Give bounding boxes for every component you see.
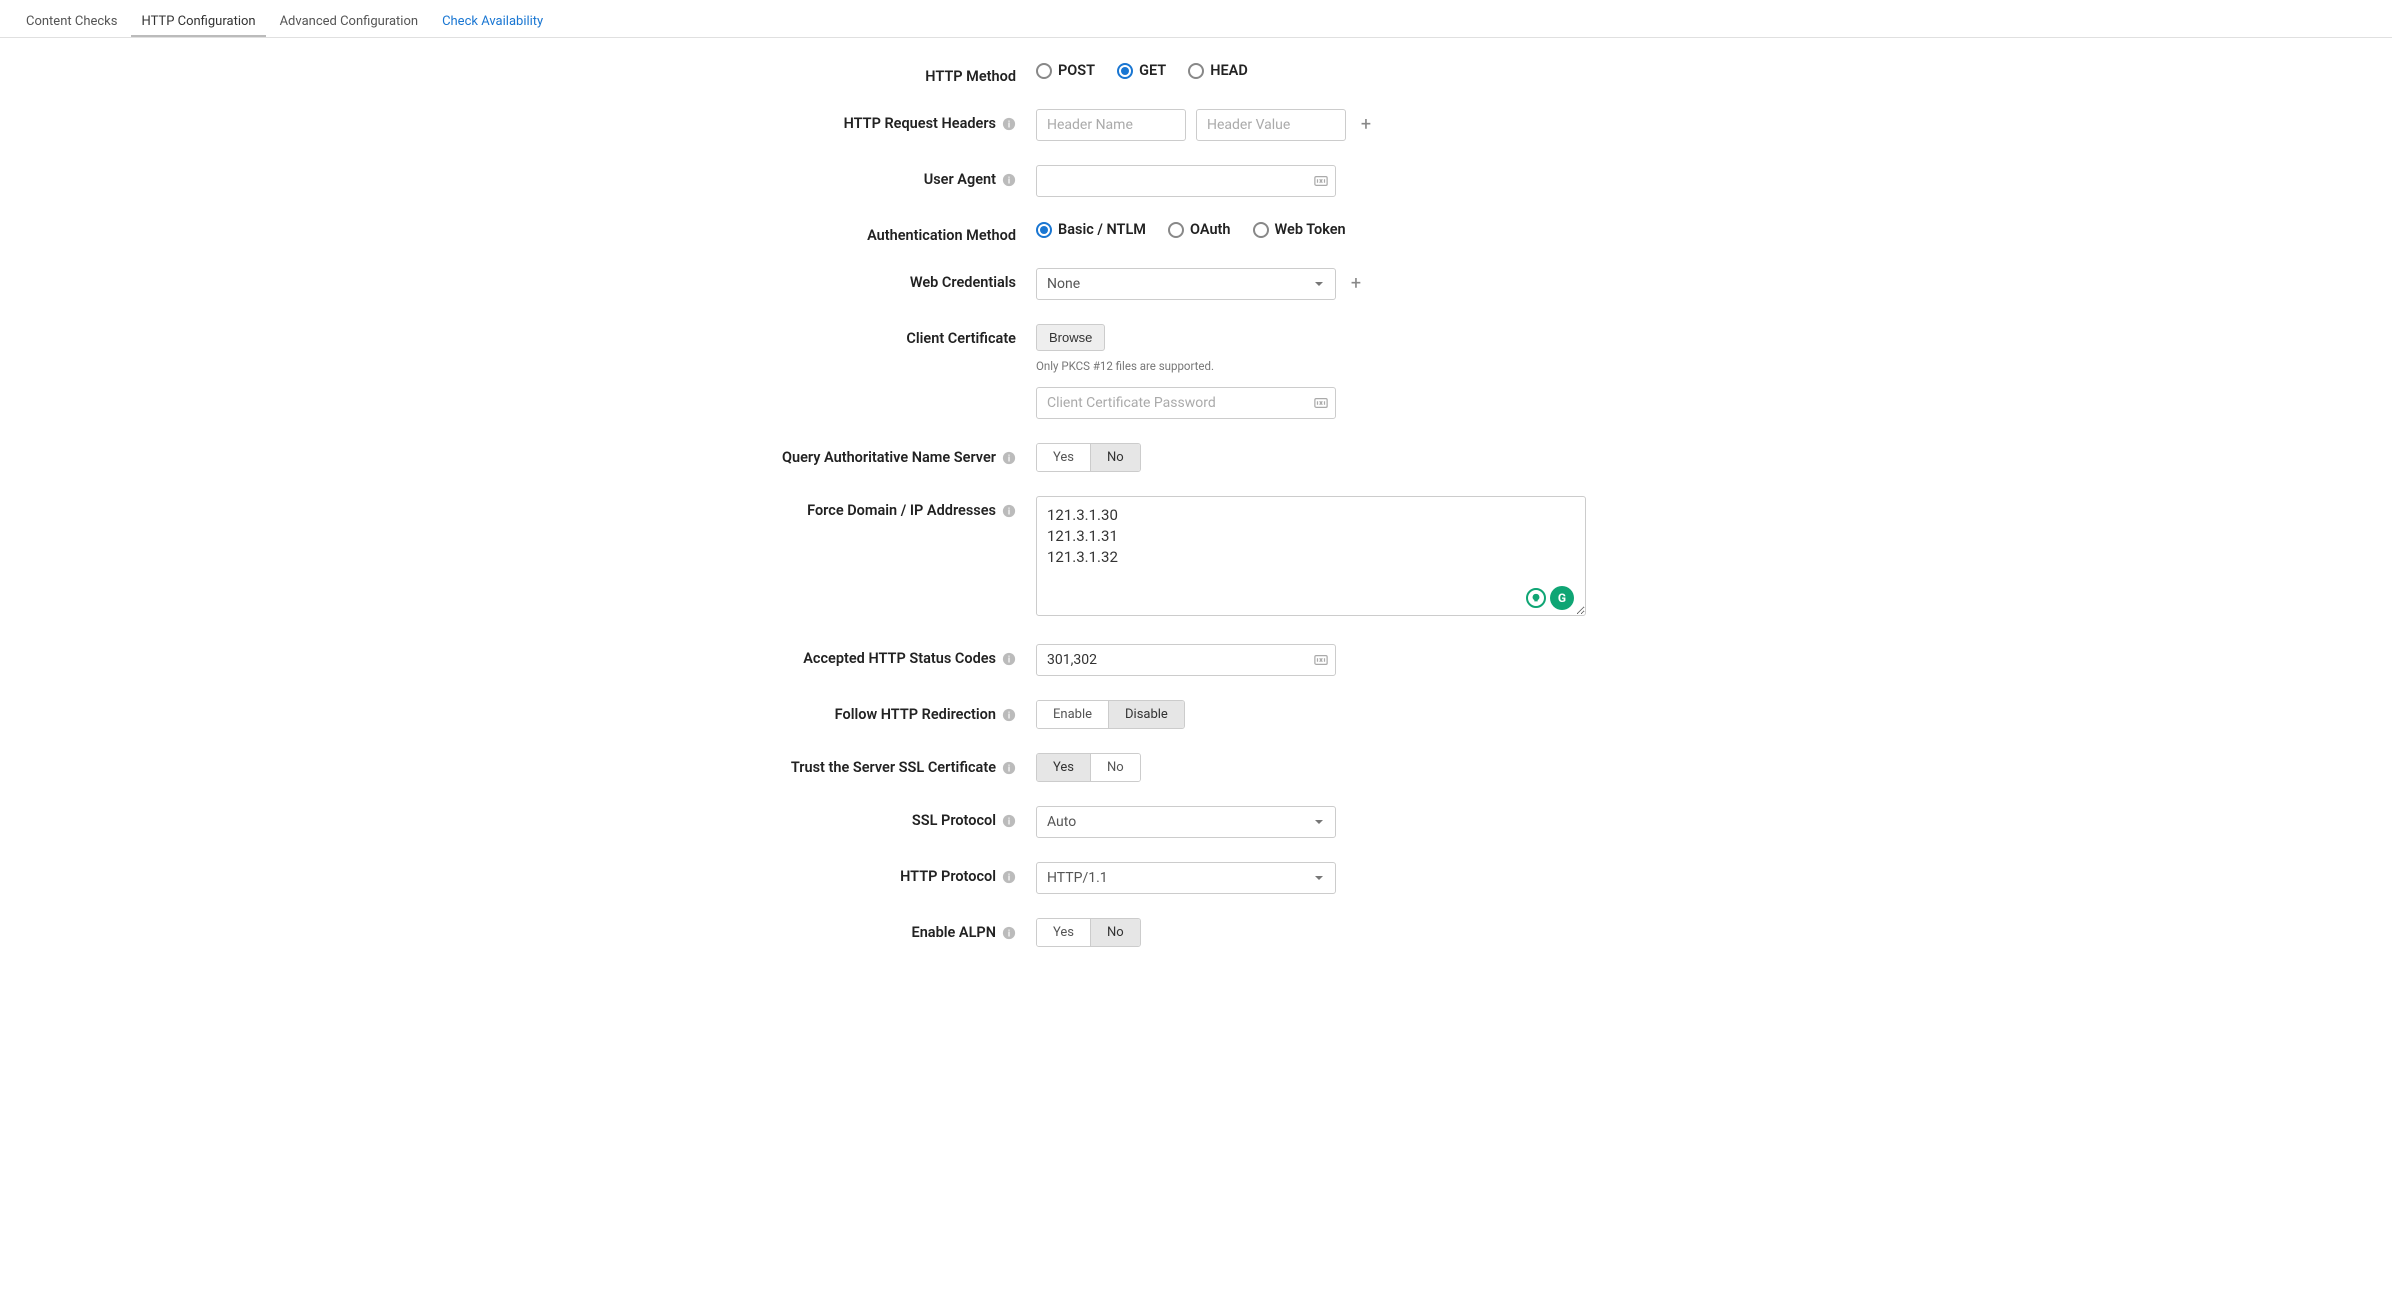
select-value: Auto xyxy=(1047,814,1076,830)
variable-picker-icon[interactable] xyxy=(1314,174,1328,188)
grammarly-bulb-icon[interactable] xyxy=(1526,588,1546,608)
radio-dot-icon xyxy=(1117,63,1133,79)
user-agent-input[interactable] xyxy=(1036,165,1336,197)
grammarly-overlay: G xyxy=(1526,586,1574,610)
label-query-ans: Query Authoritative Name Server xyxy=(782,449,996,466)
grammarly-icon[interactable]: G xyxy=(1550,586,1574,610)
http-protocol-select[interactable]: HTTP/1.1 xyxy=(1036,862,1336,894)
label-status-codes: Accepted HTTP Status Codes xyxy=(803,650,996,667)
label-trust-ssl: Trust the Server SSL Certificate xyxy=(791,759,996,776)
variable-picker-icon[interactable] xyxy=(1314,396,1328,410)
svg-text:i: i xyxy=(1008,929,1010,939)
variable-picker-icon[interactable] xyxy=(1314,653,1328,667)
status-codes-input[interactable] xyxy=(1036,644,1336,676)
label-follow-redir: Follow HTTP Redirection xyxy=(835,706,996,723)
tab-http-configuration[interactable]: HTTP Configuration xyxy=(131,8,265,37)
add-header-button[interactable]: + xyxy=(1356,115,1376,135)
radio-head[interactable]: HEAD xyxy=(1188,62,1248,79)
web-credentials-select[interactable]: None xyxy=(1036,268,1336,300)
svg-text:i: i xyxy=(1008,454,1010,464)
toggle-yes[interactable]: Yes xyxy=(1037,919,1090,946)
label-web-credentials: Web Credentials xyxy=(666,268,1036,291)
info-icon[interactable]: i xyxy=(1002,504,1016,518)
chevron-down-icon xyxy=(1313,816,1325,828)
label-ssl-protocol: SSL Protocol xyxy=(912,812,996,829)
radio-dot-icon xyxy=(1253,222,1269,238)
info-icon[interactable]: i xyxy=(1002,117,1016,131)
query-ans-toggle: Yes No xyxy=(1036,443,1141,472)
follow-redir-toggle: Enable Disable xyxy=(1036,700,1185,729)
chevron-down-icon xyxy=(1313,872,1325,884)
ssl-protocol-select[interactable]: Auto xyxy=(1036,806,1336,838)
add-credential-button[interactable]: + xyxy=(1346,274,1366,294)
radio-label: HEAD xyxy=(1210,62,1248,79)
radio-label: POST xyxy=(1058,62,1095,79)
label-http-method: HTTP Method xyxy=(666,62,1036,85)
select-value: HTTP/1.1 xyxy=(1047,870,1108,886)
trust-ssl-toggle: Yes No xyxy=(1036,753,1141,782)
header-name-input[interactable] xyxy=(1036,109,1186,141)
info-icon[interactable]: i xyxy=(1002,761,1016,775)
enable-alpn-toggle: Yes No xyxy=(1036,918,1141,947)
toggle-enable[interactable]: Enable xyxy=(1037,701,1108,728)
toggle-yes[interactable]: Yes xyxy=(1037,754,1090,781)
svg-text:i: i xyxy=(1008,817,1010,827)
select-value: None xyxy=(1047,276,1080,292)
label-enable-alpn: Enable ALPN xyxy=(912,924,996,941)
radio-label: Basic / NTLM xyxy=(1058,221,1146,238)
http-method-radio-group: POST GET HEAD xyxy=(1036,62,1248,79)
label-http-protocol: HTTP Protocol xyxy=(900,868,996,885)
toggle-no[interactable]: No xyxy=(1090,754,1140,781)
info-icon[interactable]: i xyxy=(1002,926,1016,940)
svg-text:i: i xyxy=(1008,655,1010,665)
browse-button[interactable]: Browse xyxy=(1036,324,1105,351)
svg-text:i: i xyxy=(1008,764,1010,774)
toggle-yes[interactable]: Yes xyxy=(1037,444,1090,471)
info-icon[interactable]: i xyxy=(1002,708,1016,722)
label-auth-method: Authentication Method xyxy=(666,221,1036,244)
label-http-headers: HTTP Request Headers xyxy=(844,115,996,132)
force-ip-textarea[interactable] xyxy=(1036,496,1586,616)
radio-dot-icon xyxy=(1168,222,1184,238)
radio-label: OAuth xyxy=(1190,221,1231,238)
svg-text:i: i xyxy=(1008,507,1010,517)
label-user-agent: User Agent xyxy=(924,171,996,188)
info-icon[interactable]: i xyxy=(1002,814,1016,828)
info-icon[interactable]: i xyxy=(1002,870,1016,884)
toggle-no[interactable]: No xyxy=(1090,919,1140,946)
label-client-cert: Client Certificate xyxy=(666,324,1036,347)
toggle-no[interactable]: No xyxy=(1090,444,1140,471)
auth-method-radio-group: Basic / NTLM OAuth Web Token xyxy=(1036,221,1346,238)
radio-dot-icon xyxy=(1188,63,1204,79)
info-icon[interactable]: i xyxy=(1002,173,1016,187)
http-config-form: HTTP Method POST GET HEAD HTTP Request xyxy=(646,38,1746,1031)
svg-text:i: i xyxy=(1008,873,1010,883)
radio-web-token[interactable]: Web Token xyxy=(1253,221,1346,238)
client-cert-hint: Only PKCS #12 files are supported. xyxy=(1036,359,1726,373)
radio-oauth[interactable]: OAuth xyxy=(1168,221,1231,238)
info-icon[interactable]: i xyxy=(1002,652,1016,666)
radio-label: Web Token xyxy=(1275,221,1346,238)
chevron-down-icon xyxy=(1313,278,1325,290)
toggle-disable[interactable]: Disable xyxy=(1108,701,1184,728)
header-value-input[interactable] xyxy=(1196,109,1346,141)
label-force-ip: Force Domain / IP Addresses xyxy=(807,502,996,519)
radio-basic-ntlm[interactable]: Basic / NTLM xyxy=(1036,221,1146,238)
radio-dot-icon xyxy=(1036,222,1052,238)
tab-advanced-configuration[interactable]: Advanced Configuration xyxy=(270,8,428,37)
tab-check-availability[interactable]: Check Availability xyxy=(432,8,553,37)
radio-label: GET xyxy=(1139,62,1166,79)
info-icon[interactable]: i xyxy=(1002,451,1016,465)
radio-post[interactable]: POST xyxy=(1036,62,1095,79)
svg-text:i: i xyxy=(1008,176,1010,186)
radio-get[interactable]: GET xyxy=(1117,62,1166,79)
radio-dot-icon xyxy=(1036,63,1052,79)
tab-content-checks[interactable]: Content Checks xyxy=(16,8,127,37)
svg-text:i: i xyxy=(1008,711,1010,721)
svg-text:i: i xyxy=(1008,120,1010,130)
tab-bar: Content Checks HTTP Configuration Advanc… xyxy=(0,0,2392,38)
client-cert-password-input[interactable] xyxy=(1036,387,1336,419)
